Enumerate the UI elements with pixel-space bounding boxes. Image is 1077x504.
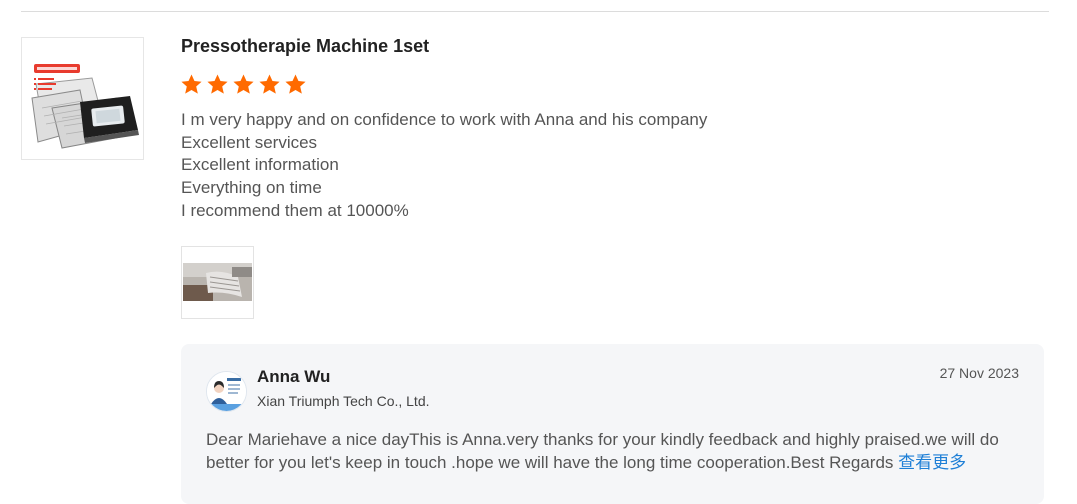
avatar-image	[207, 372, 246, 411]
star-icon	[259, 74, 280, 94]
review-line: Everything on time	[181, 178, 322, 198]
product-thumbnail[interactable]	[21, 37, 144, 160]
star-rating	[180, 73, 307, 96]
review-photo-thumbnail[interactable]	[181, 246, 254, 319]
seller-reply: Anna Wu Xian Triumph Tech Co., Ltd. 27 N…	[181, 344, 1044, 504]
reply-text: Dear Mariehave a nice dayThis is Anna.ve…	[206, 429, 1016, 474]
review-line: I recommend them at 10000%	[181, 200, 409, 220]
review-line: Excellent information	[181, 155, 339, 175]
review-line: I m very happy and on confidence to work…	[181, 110, 708, 129]
review-text: I m very happy and on confidence to work…	[181, 109, 707, 223]
review-photo	[182, 247, 253, 318]
star-icon	[207, 74, 228, 94]
review-product-title[interactable]: Pressotherapie Machine 1set	[181, 36, 429, 57]
review-line: Excellent services	[181, 132, 318, 152]
star-icon	[181, 74, 202, 94]
star-icon	[285, 74, 306, 94]
reply-line: better for you let's keep in touch .hope…	[206, 452, 1016, 475]
reply-line-text: better for you let's keep in touch .hope…	[206, 452, 894, 472]
seller-company[interactable]: Xian Triumph Tech Co., Ltd.	[257, 393, 430, 409]
avatar	[206, 371, 247, 412]
reply-line: Dear Mariehave a nice dayThis is Anna.ve…	[206, 430, 999, 449]
section-divider	[21, 11, 1049, 12]
reply-date: 27 Nov 2023	[939, 365, 1019, 381]
star-icon	[233, 74, 254, 94]
view-more-link[interactable]: 查看更多	[898, 453, 966, 472]
seller-name: Anna Wu	[257, 367, 331, 386]
product-image	[22, 38, 143, 159]
